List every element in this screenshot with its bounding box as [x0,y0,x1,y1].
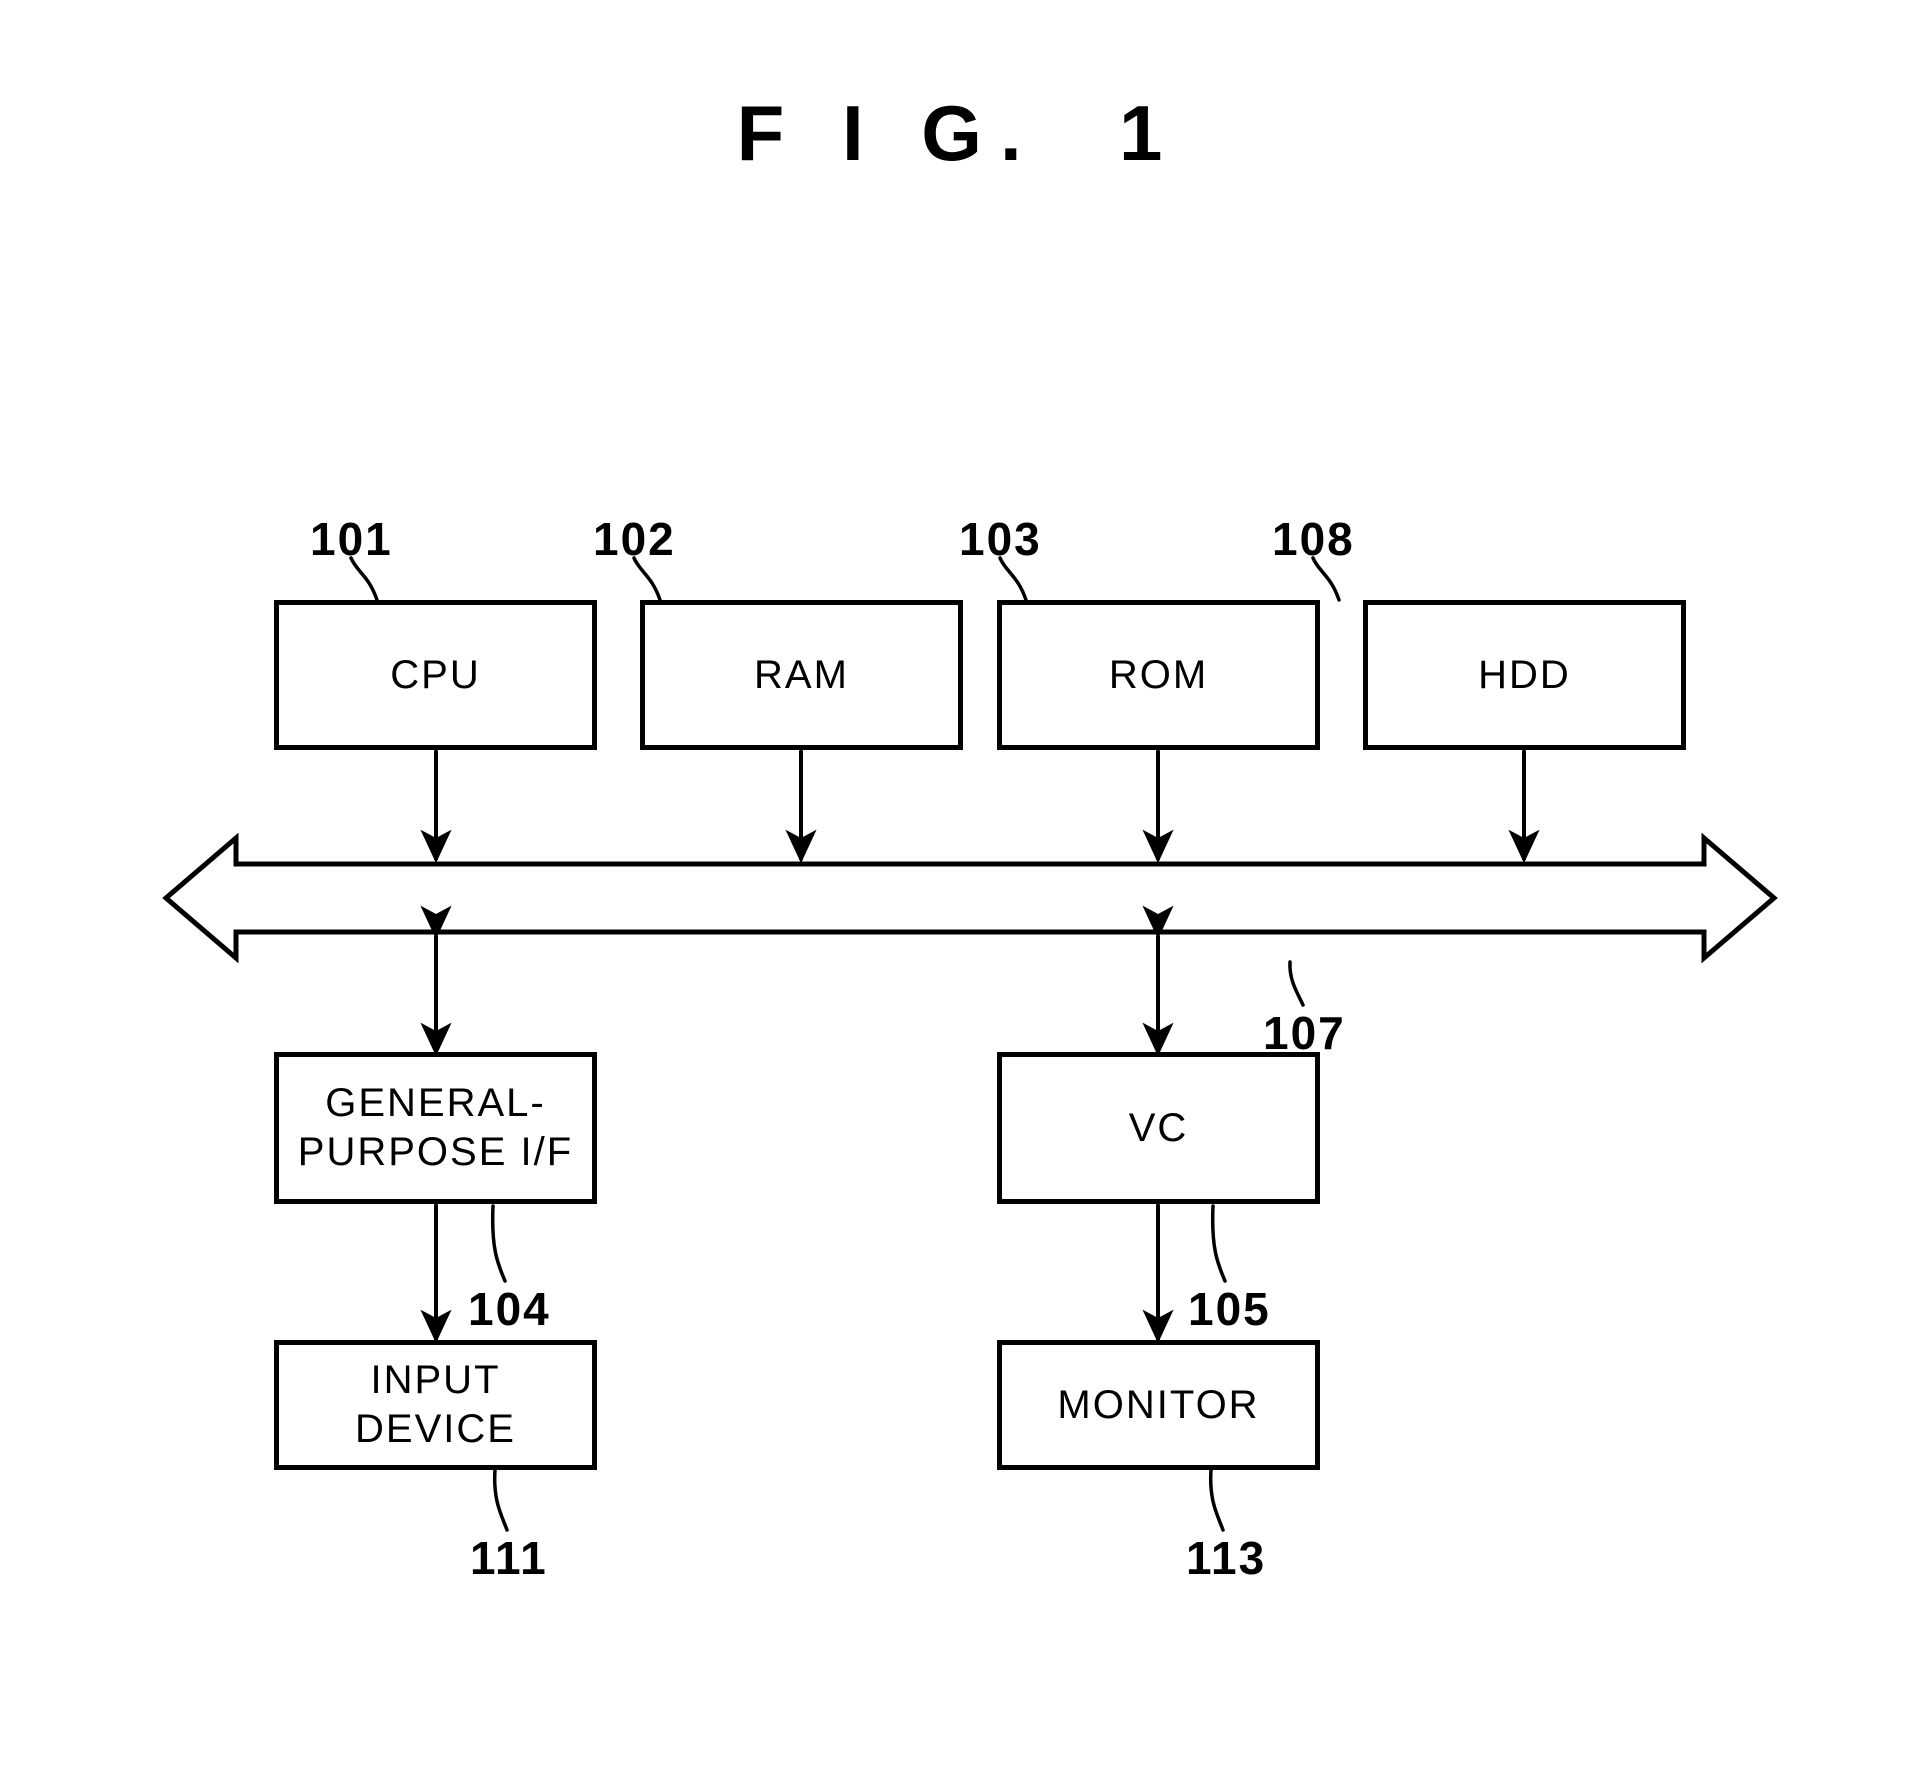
leader-111 [492,1468,509,1532]
ref-numeral-102: 102 [593,513,676,565]
figure-title: F I G. 1 [736,89,1181,177]
block-cpu-label: CPU [390,652,481,697]
leader-105 [1210,1204,1227,1283]
leader-113 [1208,1468,1225,1532]
ref-numeral-113: 113 [1186,1532,1267,1584]
block-ram[interactable]: RAM [640,600,963,750]
system-bus-arrow [162,832,1778,964]
block-input-device-label: INPUT DEVICE [355,1358,516,1451]
ref-numeral-108: 108 [1272,513,1355,565]
ref-numeral-101: 101 [310,513,393,565]
block-general-purpose-if[interactable]: GENERAL- PURPOSE I/F [274,1052,597,1204]
block-vc[interactable]: VC [997,1052,1320,1204]
leader-107 [1288,960,1305,1007]
diagram-vector-layer [162,556,1778,1532]
block-monitor[interactable]: MONITOR [997,1340,1320,1470]
block-general-purpose-if-label: GENERAL- PURPOSE I/F [297,1081,574,1174]
block-rom-label: ROM [1108,652,1209,697]
block-cpu[interactable]: CPU [274,600,597,750]
block-vc-label: VC [1128,1105,1189,1150]
block-monitor-label: MONITOR [1057,1382,1260,1427]
ref-numeral-107: 107 [1263,1007,1346,1059]
block-rom[interactable]: ROM [997,600,1320,750]
patent-figure: F I G. 1 CPU RAM ROM HDD GENERAL- PURPOS… [0,0,1917,1771]
ref-numeral-111: 111 [470,1532,548,1584]
leader-104 [490,1204,507,1283]
block-ram-label: RAM [754,652,849,697]
block-hdd[interactable]: HDD [1363,600,1686,750]
ref-numeral-103: 103 [959,513,1042,565]
ref-numeral-104: 104 [468,1283,551,1335]
block-hdd-label: HDD [1478,652,1571,697]
block-input-device[interactable]: INPUT DEVICE [274,1340,597,1470]
ref-numeral-105: 105 [1188,1283,1271,1335]
